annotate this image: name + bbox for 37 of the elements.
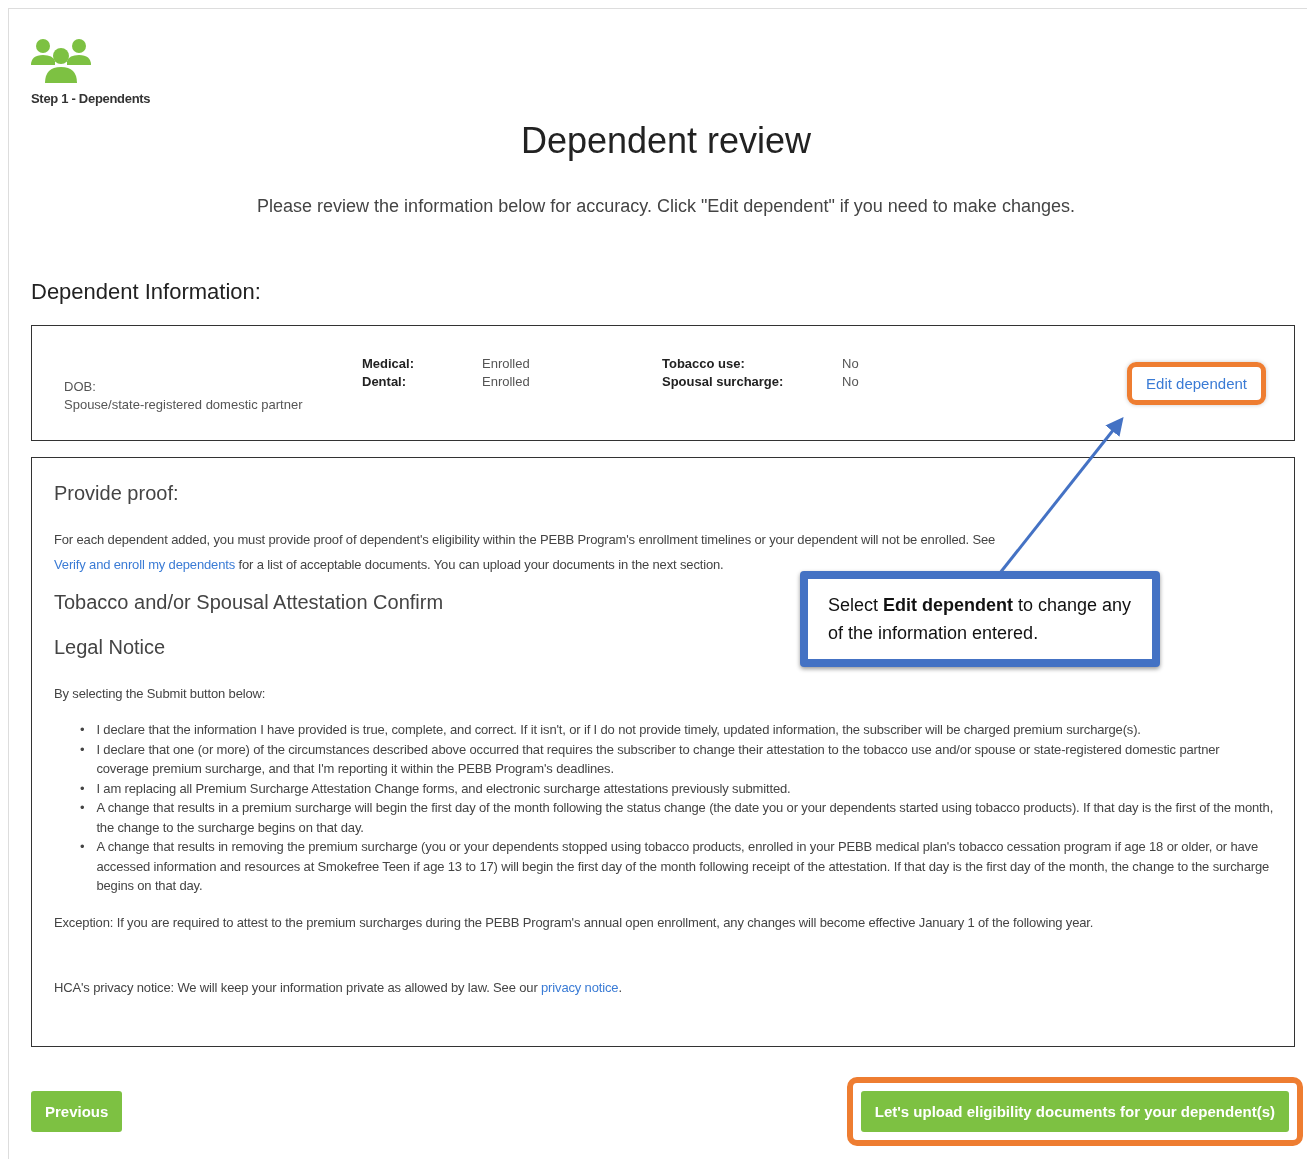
upload-button[interactable]: Let's upload eligibility documents for your dependent(s)	[860, 1090, 1289, 1132]
surcharge-label: Spousal surcharge:	[662, 374, 785, 389]
relationship-text: Spouse/state-registered domestic partner	[64, 396, 304, 412]
legal-item: I declare that the information I have provided is true, complete, and correct. If it isn't, or if I do not provide timely, updated information, the subscriber will be charged premium surcharge(s).	[96, 721, 1141, 739]
legal-item: I am replacing all Premium Surcharge Attestation Change forms, and electronic surcharge attestations previously submitted.	[96, 779, 791, 798]
people-icon	[31, 37, 91, 85]
step-label: Step 1 - Dependents	[31, 91, 151, 106]
surcharge-value: No	[842, 356, 860, 371]
page-title: Dependent review	[519, 120, 813, 162]
legal-heading: Legal Notice	[54, 636, 166, 659]
legal-item: I declare that one (or more) of the circumstances described above occurred that requires the subscriber to change their attestation to the tobacco use and/or spouse or state-registered domestic partner coverage premium surcharge, and that I'm reporting it within the PEBB Program's deadlines.	[96, 740, 1221, 778]
legal-item: A change that results in a premium surcharge will begin the first day of the month following the status change (the date you or your dependents started using tobacco products). If that day is the first of the month, the change to the surcharge begins on that day.	[96, 799, 1274, 837]
surcharge-label: Tobacco use:	[662, 356, 746, 371]
bullet: •	[80, 799, 85, 817]
dob-label: DOB:	[64, 378, 97, 394]
edit-dependent-link[interactable]: Edit dependent	[1146, 374, 1247, 392]
coverage-label: Dental:	[362, 374, 408, 389]
coverage-value: Enrolled	[482, 374, 531, 389]
bullet: •	[80, 838, 85, 856]
coverage-label: Medical:	[362, 356, 415, 371]
coverage-value: Enrolled	[482, 356, 531, 371]
callout-text: Select Edit dependent to change any of the information entered.	[828, 594, 1132, 645]
bullet: •	[80, 779, 85, 798]
privacy-text: HCA's privacy notice: We will keep your information private as allowed by law. See our privacy notice.	[54, 978, 623, 997]
intro-text: Please review the information below for accuracy. Click "Edit dependent" if you need to make changes.	[256, 196, 1076, 217]
exception-text: Exception: If you are required to attest to the premium surcharges during the PEBB Program's annual open enrollment, any changes will become effective January 1 of the following year.	[54, 913, 1095, 932]
legal-item: A change that results in removing the premium surcharge (you or your dependents stopped using tobacco products, enrolled in your PEBB medical plan's tobacco cessation program if age 18 or older, or have accessed information and resources at Smokefree Teen if age 13 to 17) will begin the first day of the month following receipt of the attestation. If that day is the first day of the month, the change to the surcharge begins on that day.	[96, 838, 1271, 895]
legal-intro: By selecting the Submit button below:	[54, 685, 267, 703]
proof-text: For each dependent added, you must provide proof of dependent's eligibility within the PEBB Program's enrollment timelines or your dependent will not be enrolled. See Verify and enroll my dependents for a list of acceptable documents. You can upload your documents in the next section.	[54, 531, 997, 574]
attestation-heading: Tobacco and/or Spousal Attestation Confirm	[54, 591, 444, 614]
surcharge-value: No	[842, 374, 860, 389]
section-heading: Dependent Information:	[31, 279, 262, 305]
bullet: •	[80, 740, 85, 759]
bullet: •	[80, 721, 85, 739]
proof-heading: Provide proof:	[54, 482, 179, 505]
verify-link[interactable]: Verify and enroll my dependents	[54, 557, 236, 572]
previous-button[interactable]: Previous	[31, 1090, 123, 1132]
